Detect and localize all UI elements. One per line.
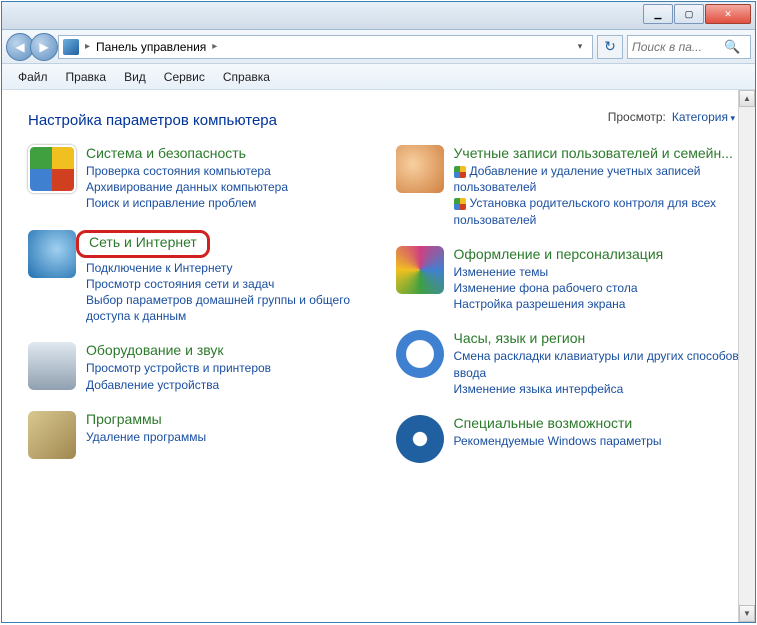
category-link[interactable]: Поиск и исправление проблем — [86, 195, 372, 211]
category-body: Специальные возможности Рекомендуемые Win… — [454, 415, 740, 463]
category-body: Сеть и Интернет Подключение к ИнтернетуПр… — [86, 230, 372, 325]
titlebar: ▁ ▢ ✕ — [2, 2, 755, 30]
refresh-button[interactable]: ↻ — [597, 35, 623, 59]
programs-icon — [28, 411, 76, 459]
forward-button[interactable]: ▶ — [30, 33, 58, 61]
category-clock: Часы, язык и регион Смена раскладки клави… — [396, 330, 740, 397]
category-programs: Программы Удаление программы — [28, 411, 372, 459]
menu-view[interactable]: Вид — [116, 68, 154, 86]
category-hardware: Оборудование и звук Просмотр устройств и … — [28, 342, 372, 392]
security-icon — [28, 145, 76, 193]
maximize-button[interactable]: ▢ — [674, 4, 704, 24]
scroll-up-button[interactable]: ▲ — [739, 90, 755, 107]
category-link[interactable]: Установка родительского контроля для все… — [454, 195, 740, 227]
navbar: ◀ ▶ ▸ Панель управления ▸ ▾ ↻ 🔍 — [2, 30, 755, 64]
category-link[interactable]: Выбор параметров домашней группы и общег… — [86, 292, 372, 324]
category-link[interactable]: Настройка разрешения экрана — [454, 296, 740, 312]
category-body: Программы Удаление программы — [86, 411, 372, 459]
category-title-appearance[interactable]: Оформление и персонализация — [454, 246, 664, 262]
scrollbar[interactable]: ▲ ▼ — [738, 90, 755, 622]
category-link[interactable]: Просмотр устройств и принтеров — [86, 360, 372, 376]
category-title-users[interactable]: Учетные записи пользователей и семейн... — [454, 145, 733, 161]
window: ▁ ▢ ✕ ◀ ▶ ▸ Панель управления ▸ ▾ ↻ 🔍 Фа… — [1, 1, 756, 623]
address-dropdown-icon[interactable]: ▾ — [572, 41, 588, 52]
highlight-ring: Сеть и Интернет — [76, 230, 210, 258]
view-selector: Просмотр: Категория — [608, 110, 735, 124]
category-link[interactable]: Смена раскладки клавиатуры или других сп… — [454, 348, 740, 380]
view-label: Просмотр: — [608, 110, 666, 124]
scroll-track[interactable] — [739, 107, 755, 605]
category-title-clock[interactable]: Часы, язык и регион — [454, 330, 586, 346]
category-link[interactable]: Удаление программы — [86, 429, 372, 445]
category-title-access[interactable]: Специальные возможности — [454, 415, 633, 431]
appearance-icon — [396, 246, 444, 294]
hardware-icon — [28, 342, 76, 390]
category-link[interactable]: Изменение темы — [454, 264, 740, 280]
category-link[interactable]: Изменение языка интерфейса — [454, 381, 740, 397]
breadcrumb-arrow-icon: ▸ — [212, 41, 217, 52]
view-dropdown[interactable]: Категория — [672, 110, 735, 124]
category-appearance: Оформление и персонализация Изменение тем… — [396, 246, 740, 313]
users-icon — [396, 145, 444, 193]
category-users: Учетные записи пользователей и семейн...… — [396, 145, 740, 228]
category-security: Система и безопасность Проверка состояния… — [28, 145, 372, 212]
category-title-programs[interactable]: Программы — [86, 411, 162, 427]
category-access: Специальные возможности Рекомендуемые Win… — [396, 415, 740, 463]
category-body: Учетные записи пользователей и семейн...… — [454, 145, 740, 228]
access-icon — [396, 415, 444, 463]
category-title-security[interactable]: Система и безопасность — [86, 145, 246, 161]
category-link[interactable]: Просмотр состояния сети и задач — [86, 276, 372, 292]
category-body: Система и безопасность Проверка состояния… — [86, 145, 372, 212]
left-column: Система и безопасность Проверка состояния… — [28, 145, 372, 463]
shield-icon — [454, 198, 466, 210]
category-link[interactable]: Добавление и удаление учетных записей по… — [454, 163, 740, 195]
address-bar[interactable]: ▸ Панель управления ▸ ▾ — [58, 35, 593, 59]
content-area: Настройка параметров компьютера Просмотр… — [2, 90, 755, 622]
menu-tools[interactable]: Сервис — [156, 68, 213, 86]
breadcrumb[interactable]: Панель управления — [96, 40, 206, 54]
scroll-down-button[interactable]: ▼ — [739, 605, 755, 622]
category-link[interactable]: Добавление устройства — [86, 377, 372, 393]
menu-file[interactable]: Файл — [10, 68, 56, 86]
close-button[interactable]: ✕ — [705, 4, 751, 24]
network-icon — [28, 230, 76, 278]
category-network: Сеть и Интернет Подключение к ИнтернетуПр… — [28, 230, 372, 325]
category-link[interactable]: Проверка состояния компьютера — [86, 163, 372, 179]
category-link[interactable]: Подключение к Интернету — [86, 260, 372, 276]
menubar: Файл Правка Вид Сервис Справка — [2, 64, 755, 90]
clock-icon — [396, 330, 444, 378]
search-input[interactable] — [632, 40, 724, 54]
category-body: Часы, язык и регион Смена раскладки клави… — [454, 330, 740, 397]
category-title-network[interactable]: Сеть и Интернет — [89, 234, 197, 250]
category-body: Оформление и персонализация Изменение тем… — [454, 246, 740, 313]
right-column: Учетные записи пользователей и семейн...… — [396, 145, 740, 463]
category-link[interactable]: Изменение фона рабочего стола — [454, 280, 740, 296]
menu-edit[interactable]: Правка — [58, 68, 115, 86]
shield-icon — [454, 166, 466, 178]
search-box[interactable]: 🔍 — [627, 35, 751, 59]
category-link[interactable]: Рекомендуемые Windows параметры — [454, 433, 740, 449]
category-body: Оборудование и звук Просмотр устройств и … — [86, 342, 372, 392]
category-title-hardware[interactable]: Оборудование и звук — [86, 342, 224, 358]
breadcrumb-arrow-icon: ▸ — [85, 41, 90, 52]
search-icon[interactable]: 🔍 — [724, 39, 740, 55]
control-panel-icon — [63, 39, 79, 55]
category-link[interactable]: Архивирование данных компьютера — [86, 179, 372, 195]
minimize-button[interactable]: ▁ — [643, 4, 673, 24]
menu-help[interactable]: Справка — [215, 68, 278, 86]
